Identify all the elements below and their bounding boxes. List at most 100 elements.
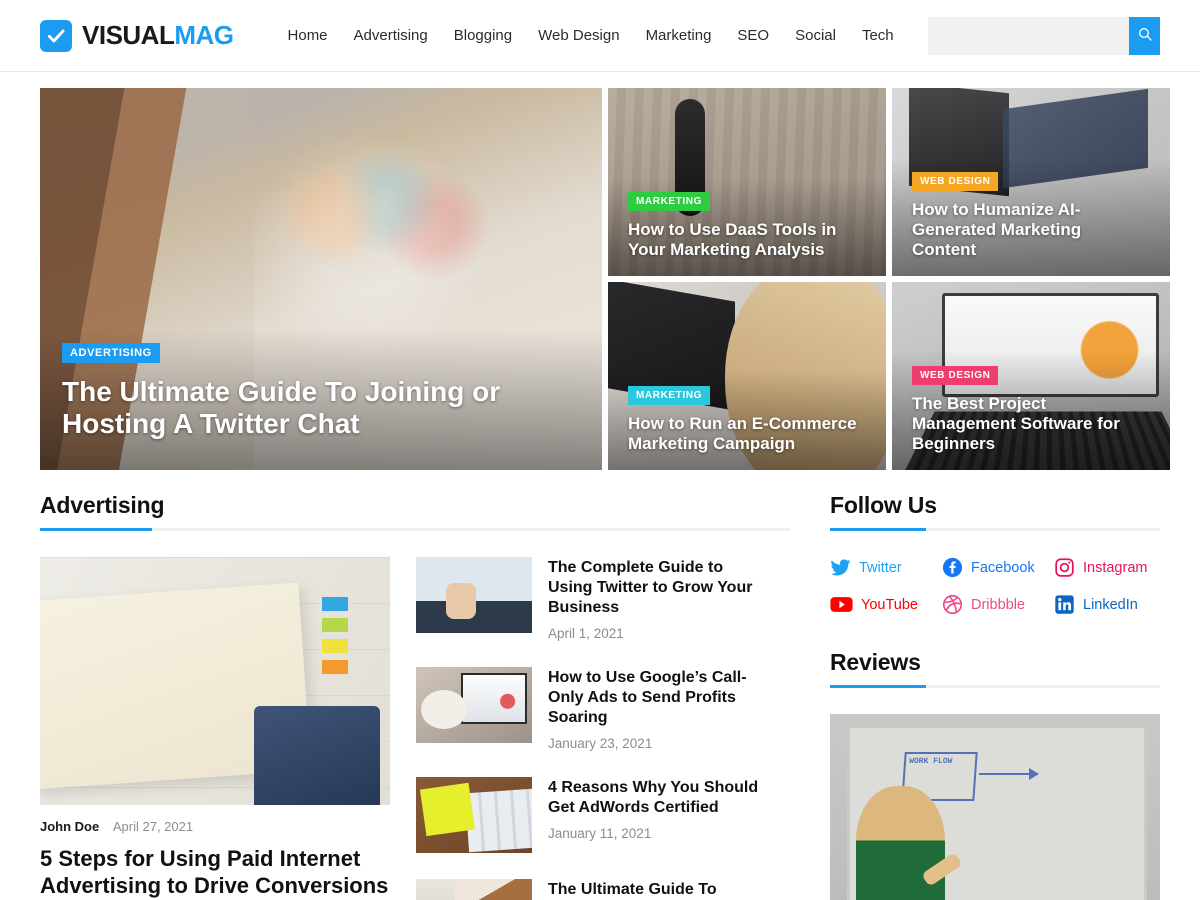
list-item-body: The Ultimate Guide To Joining or Hosting… [548,879,766,900]
reviews-head: Reviews [830,649,1160,688]
list-item-body: The Complete Guide to Using Twitter to G… [548,557,766,641]
logo-text-accent: MAG [174,20,234,50]
hero-card-2-overlay: WEB DESIGN How to Humanize AI-Generated … [892,156,1170,276]
sidebar: Follow Us Twitter Facebook Instagram You… [790,492,1160,900]
social-link-label: LinkedIn [1083,596,1138,613]
list-item[interactable]: The Complete Guide to Using Twitter to G… [416,557,766,641]
feature-article-image[interactable] [40,557,390,805]
hero-card-4-title: The Best Project Management Software for… [912,393,1120,453]
list-item[interactable]: The Ultimate Guide To Joining or Hosting… [416,879,766,900]
section-underline [830,528,1160,531]
hero-card-1[interactable]: MARKETING How to Use DaaS Tools in Your … [608,88,886,276]
search-button[interactable] [1129,16,1160,55]
section-underline [830,685,1160,688]
social-link-instagram[interactable]: Instagram [1054,557,1160,578]
category-badge-webdesign-pink[interactable]: WEB DESIGN [912,365,999,385]
list-item-date: January 23, 2021 [548,736,653,751]
logo-text-primary: VISUAL [82,20,175,50]
list-item-title[interactable]: The Ultimate Guide To Joining or Hosting… [548,880,766,900]
dribbble-icon [942,594,963,615]
hero-card-2-title: How to Humanize AI-Generated Marketing C… [912,199,1082,259]
hero-grid: ADVERTISING The Ultimate Guide To Joinin… [40,88,1170,470]
feature-article-meta: John Doe April 27, 2021 [40,819,390,834]
hero-card-1-title: How to Use DaaS Tools in Your Marketing … [628,219,837,259]
hero-main-title: The Ultimate Guide To Joining or Hosting… [62,376,501,440]
category-badge-advertising[interactable]: ADVERTISING [62,343,160,364]
check-square-icon [40,19,72,52]
nav-item-advertising[interactable]: Advertising [354,27,428,44]
section-underline [40,528,790,531]
search-input[interactable] [928,16,1129,55]
social-link-dribbble[interactable]: Dribbble [942,594,1048,615]
social-link-twitter[interactable]: Twitter [830,557,936,578]
list-item-thumbnail[interactable] [416,557,532,633]
list-item-thumbnail[interactable] [416,667,532,743]
hero-card-3[interactable]: MARKETING How to Run an E-Commerce Marke… [608,282,886,470]
youtube-icon [830,594,853,615]
follow-us-head: Follow Us [830,492,1160,531]
instagram-icon [1054,557,1075,578]
social-link-linkedin[interactable]: LinkedIn [1054,594,1160,615]
advertising-content-grid: John Doe April 27, 2021 5 Steps for Usin… [40,557,790,900]
hero-card-main[interactable]: ADVERTISING The Ultimate Guide To Joinin… [40,88,602,470]
hero-card-1-overlay: MARKETING How to Use DaaS Tools in Your … [608,176,886,276]
social-link-label: Dribbble [971,596,1025,613]
nav-item-marketing[interactable]: Marketing [646,27,712,44]
category-badge-webdesign-orange[interactable]: WEB DESIGN [912,171,999,191]
hero-card-4[interactable]: WEB DESIGN The Best Project Management S… [892,282,1170,470]
list-item-body: How to Use Google’s Call-Only Ads to Sen… [548,667,766,751]
search-icon [1137,26,1153,45]
social-link-label: Twitter [859,559,902,576]
list-item-date: January 11, 2021 [548,826,652,841]
sticky-notes-decoration [322,596,348,681]
hero-card-3-overlay: MARKETING How to Run an E-Commerce Marke… [608,370,886,470]
social-link-label: Instagram [1083,559,1148,576]
list-item-title[interactable]: 4 Reasons Why You Should Get AdWords Cer… [548,778,766,818]
category-badge-marketing-cyan[interactable]: MARKETING [628,385,710,405]
list-item-thumbnail[interactable] [416,879,532,900]
review-article-image[interactable]: WORK FLOW [830,714,1160,900]
site-logo[interactable]: VISUALMAG [40,19,234,52]
article-list: The Complete Guide to Using Twitter to G… [416,557,766,900]
list-item-title[interactable]: The Complete Guide to Using Twitter to G… [548,558,766,618]
search-form [928,16,1160,55]
main-nav: Home Advertising Blogging Web Design Mar… [288,27,894,44]
advertising-section: Advertising John Doe April 27, 2021 5 St… [40,492,790,900]
nav-item-home[interactable]: Home [288,27,328,44]
list-item-title[interactable]: How to Use Google’s Call-Only Ads to Sen… [548,668,766,728]
linkedin-icon [1054,594,1075,615]
page-body: Advertising John Doe April 27, 2021 5 St… [40,492,1160,900]
social-link-facebook[interactable]: Facebook [942,557,1048,578]
social-link-label: YouTube [861,596,918,613]
advertising-section-head: Advertising [40,492,790,531]
list-item[interactable]: How to Use Google’s Call-Only Ads to Sen… [416,667,766,751]
facebook-icon [942,557,963,578]
nav-item-blogging[interactable]: Blogging [454,27,512,44]
list-item-thumbnail[interactable] [416,777,532,853]
hero-card-4-overlay: WEB DESIGN The Best Project Management S… [892,350,1170,470]
nav-item-social[interactable]: Social [795,27,836,44]
site-header: VISUALMAG Home Advertising Blogging Web … [0,0,1200,72]
category-badge-marketing-green[interactable]: MARKETING [628,191,710,211]
list-item[interactable]: 4 Reasons Why You Should Get AdWords Cer… [416,777,766,853]
feature-article-date: April 27, 2021 [112,819,194,834]
reviews-heading: Reviews [830,649,921,675]
whiteboard-arrow-icon [978,767,1040,780]
social-link-youtube[interactable]: YouTube [830,594,936,615]
twitter-icon [830,557,851,578]
hero-main-overlay: ADVERTISING The Ultimate Guide To Joinin… [40,329,602,470]
nav-item-tech[interactable]: Tech [862,27,894,44]
nav-item-web-design[interactable]: Web Design [538,27,619,44]
list-item-date: April 1, 2021 [548,626,624,641]
list-item-body: 4 Reasons Why You Should Get AdWords Cer… [548,777,766,853]
social-links: Twitter Facebook Instagram YouTube Dribb… [830,557,1160,615]
logo-text: VISUALMAG [82,20,234,51]
feature-article[interactable]: John Doe April 27, 2021 5 Steps for Usin… [40,557,390,900]
feature-article-author[interactable]: John Doe [40,819,99,834]
social-link-label: Facebook [971,559,1035,576]
hero-card-3-title: How to Run an E-Commerce Marketing Campa… [628,413,857,453]
hero-card-2[interactable]: WEB DESIGN How to Humanize AI-Generated … [892,88,1170,276]
notebook-photo [40,557,390,805]
nav-item-seo[interactable]: SEO [737,27,769,44]
feature-article-title[interactable]: 5 Steps for Using Paid Internet Advertis… [40,846,390,900]
